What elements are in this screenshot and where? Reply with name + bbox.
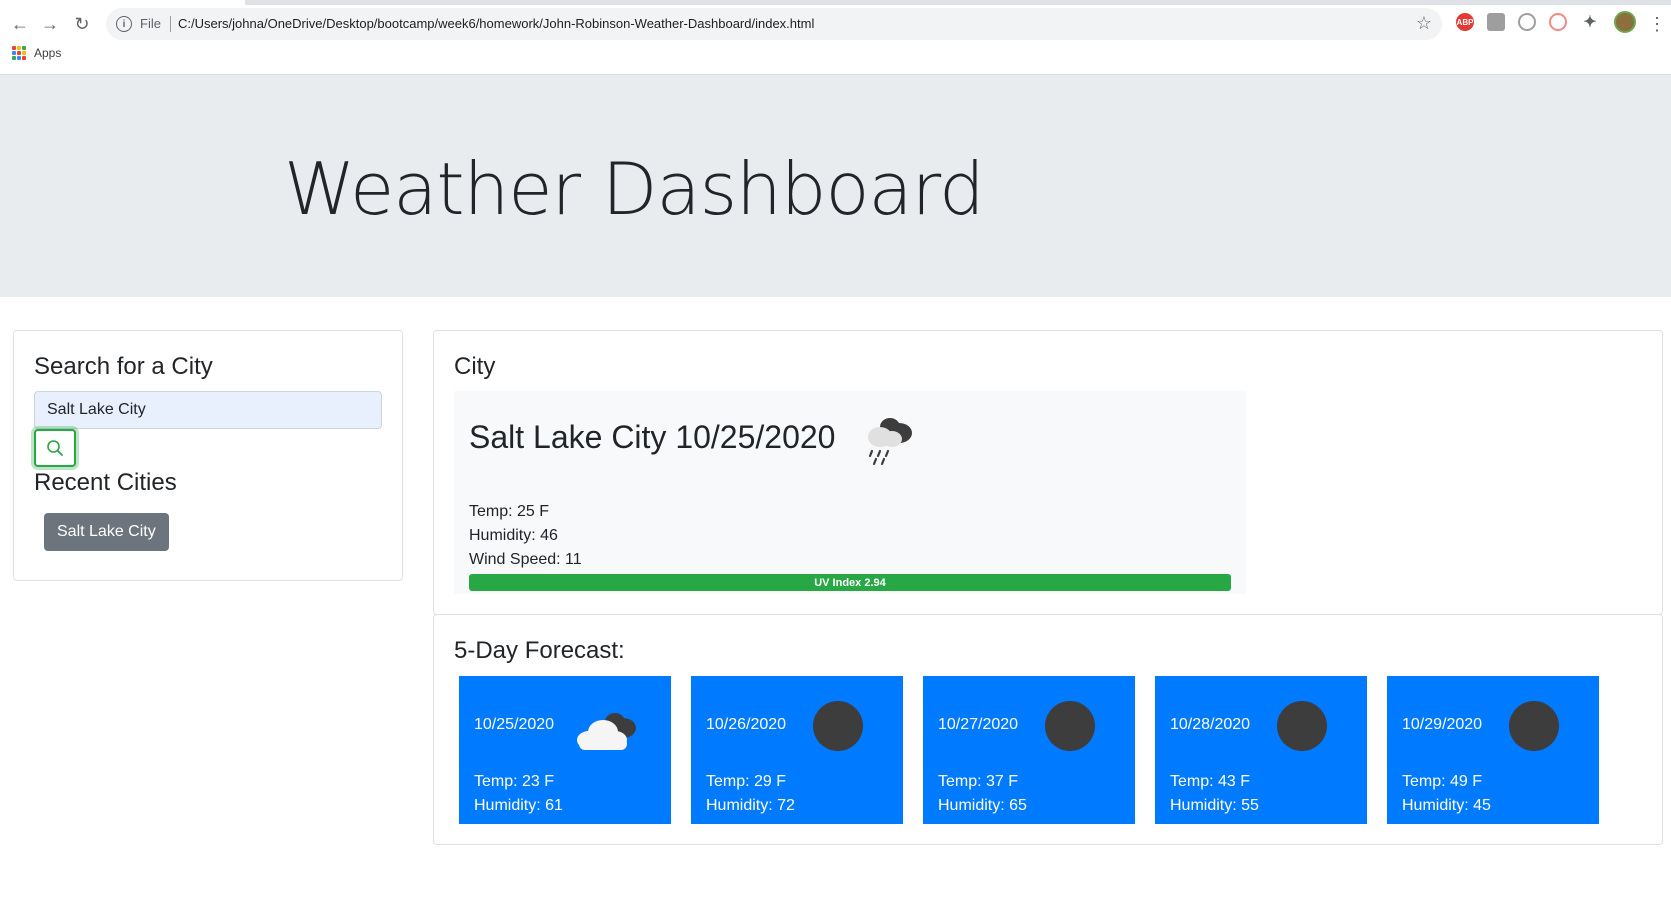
apps-icon[interactable] <box>12 46 26 60</box>
forecast-temp: Temp: 29 F <box>706 773 787 790</box>
forecast-heading: 5-Day Forecast: <box>454 637 625 664</box>
forecast-day-card: 10/29/2020 Temp: 49 F Humidity: 45 <box>1387 676 1599 824</box>
forward-icon[interactable]: → <box>38 12 62 36</box>
menu-icon[interactable]: ⋮ <box>1645 12 1669 36</box>
dark-circle-icon <box>1277 701 1327 751</box>
city-card: City Salt Lake City 10/25/2020 Temp: 25 … <box>433 330 1663 615</box>
search-button[interactable] <box>34 429 76 467</box>
address-bar[interactable]: i File C:/Users/johna/OneDrive/Desktop/b… <box>106 8 1442 40</box>
page-title: Weather Dashboard <box>284 147 985 231</box>
omnibox-divider <box>170 16 171 32</box>
forecast-date: 10/27/2020 <box>938 716 1019 733</box>
tab-strip <box>245 0 1671 5</box>
forecast-humidity: Humidity: 65 <box>938 797 1027 814</box>
browser-toolbar: ← → ↻ i File C:/Users/johna/OneDrive/Des… <box>0 0 1671 75</box>
uv-index-bar: UV Index 2.94 <box>469 574 1231 591</box>
cast-icon[interactable] <box>1549 13 1567 31</box>
current-weather: Salt Lake City 10/25/2020 Temp: 25 F Hum… <box>454 391 1246 594</box>
forecast-temp: Temp: 43 F <box>1170 773 1251 790</box>
extension-icon[interactable] <box>1487 13 1505 31</box>
city-search-input[interactable] <box>34 391 382 429</box>
apps-label[interactable]: Apps <box>34 46 61 60</box>
search-icon <box>47 440 63 456</box>
back-icon[interactable]: ← <box>8 12 32 36</box>
forecast-day-card: 10/27/2020 Temp: 37 F Humidity: 65 <box>923 676 1135 824</box>
forecast-card: 5-Day Forecast: 10/25/2020 Temp: 23 F Hu… <box>433 614 1663 845</box>
current-temp: Temp: 25 F <box>469 503 550 520</box>
dark-circle-icon <box>813 701 863 751</box>
forecast-temp: Temp: 49 F <box>1402 773 1483 790</box>
forecast-humidity: Humidity: 72 <box>706 797 795 814</box>
puzzle-icon[interactable]: ✦ <box>1581 13 1599 31</box>
recent-city-button[interactable]: Salt Lake City <box>44 513 169 551</box>
rain-cloud-icon <box>868 418 912 466</box>
forecast-date: 10/29/2020 <box>1402 716 1483 733</box>
forecast-temp: Temp: 37 F <box>938 773 1019 790</box>
speed-dial-icon[interactable] <box>1518 13 1536 31</box>
bookmark-star-icon[interactable]: ☆ <box>1416 13 1432 34</box>
cloud-icon <box>577 713 636 750</box>
forecast-date: 10/26/2020 <box>706 716 787 733</box>
file-label: File <box>140 16 161 31</box>
recent-cities-heading: Recent Cities <box>34 469 177 496</box>
forecast-date: 10/28/2020 <box>1170 716 1251 733</box>
forecast-humidity: Humidity: 45 <box>1402 797 1491 814</box>
current-humidity: Humidity: 46 <box>469 527 558 544</box>
forecast-humidity: Humidity: 55 <box>1170 797 1259 814</box>
dark-circle-icon <box>1045 701 1095 751</box>
current-wind: Wind Speed: 11 <box>469 551 582 568</box>
adblock-icon[interactable]: ABP <box>1456 13 1474 31</box>
reload-icon[interactable]: ↻ <box>70 12 94 36</box>
info-icon[interactable]: i <box>116 16 132 32</box>
forecast-day-card: 10/26/2020 Temp: 29 F Humidity: 72 <box>691 676 903 824</box>
forecast-day-card: 10/25/2020 Temp: 23 F Humidity: 61 <box>459 676 671 824</box>
current-city-date: Salt Lake City 10/25/2020 <box>469 419 836 455</box>
search-heading: Search for a City <box>34 353 213 380</box>
jumbotron-header: Weather Dashboard <box>0 75 1671 297</box>
url-text[interactable]: C:/Users/johna/OneDrive/Desktop/bootcamp… <box>178 16 814 31</box>
forecast-temp: Temp: 23 F <box>474 773 555 790</box>
dark-circle-icon <box>1509 701 1559 751</box>
forecast-date: 10/25/2020 <box>474 716 555 733</box>
avatar[interactable] <box>1614 11 1636 33</box>
forecast-humidity: Humidity: 61 <box>474 797 563 814</box>
city-heading: City <box>454 353 496 380</box>
bookmarks-bar: Apps <box>12 46 61 60</box>
search-card: Search for a City Recent Cities Salt Lak… <box>13 330 403 581</box>
forecast-day-card: 10/28/2020 Temp: 43 F Humidity: 55 <box>1155 676 1367 824</box>
